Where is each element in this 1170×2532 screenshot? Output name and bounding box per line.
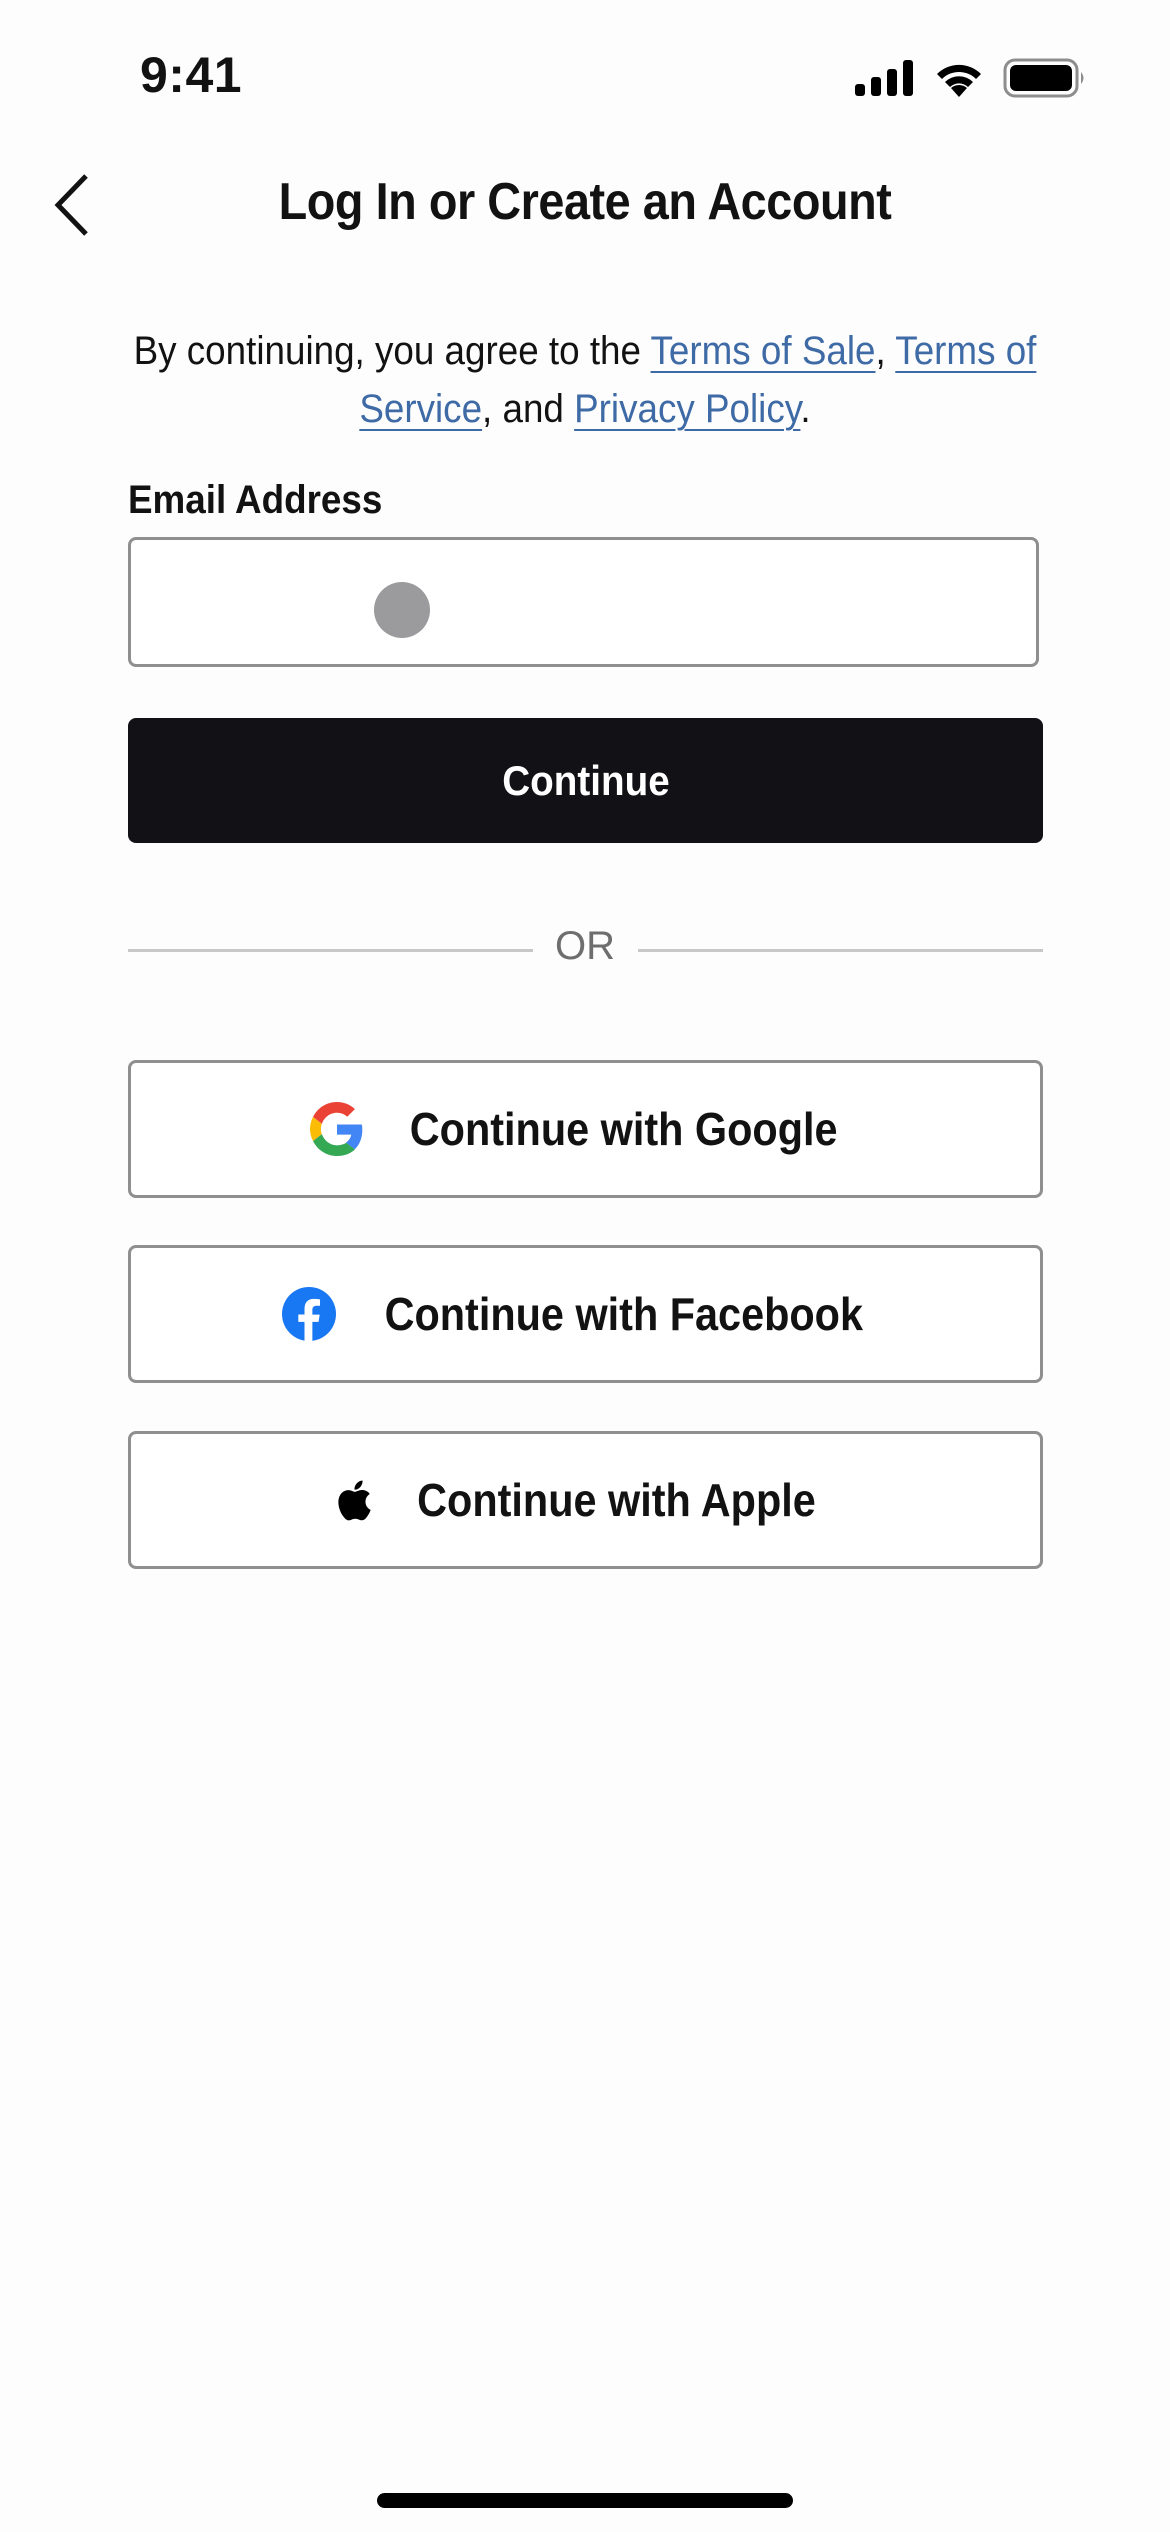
google-signin-label: Continue with Google bbox=[409, 1103, 838, 1155]
facebook-icon bbox=[281, 1287, 336, 1341]
status-icons bbox=[855, 58, 1087, 98]
divider-line-left bbox=[128, 949, 533, 952]
terms-sep: , and bbox=[482, 387, 575, 431]
divider-line-right bbox=[638, 949, 1043, 952]
terms-sep: , bbox=[875, 329, 896, 373]
facebook-signin-label: Continue with Facebook bbox=[384, 1288, 863, 1340]
email-input[interactable] bbox=[131, 540, 1036, 664]
terms-suffix: . bbox=[800, 387, 811, 431]
page-title: Log In or Create an Account bbox=[278, 173, 892, 231]
google-icon bbox=[309, 1102, 363, 1156]
status-time: 9:41 bbox=[140, 47, 243, 103]
apple-signin-label: Continue with Apple bbox=[417, 1474, 816, 1526]
touch-indicator bbox=[374, 582, 430, 638]
terms-prefix: By continuing, you agree to the bbox=[133, 329, 651, 373]
privacy-policy-link[interactable]: Privacy Policy bbox=[574, 387, 800, 431]
continue-label: Continue bbox=[501, 756, 670, 804]
or-divider-label: OR bbox=[555, 924, 615, 968]
wifi-icon bbox=[937, 64, 981, 97]
facebook-signin-button[interactable]: Continue with Facebook bbox=[128, 1245, 1043, 1383]
email-label: Email Address bbox=[128, 478, 383, 522]
apple-signin-button[interactable]: Continue with Apple bbox=[128, 1431, 1043, 1569]
battery-icon bbox=[1003, 58, 1084, 98]
continue-button[interactable]: Continue bbox=[128, 718, 1043, 843]
terms-notice: By continuing, you agree to the Terms of… bbox=[111, 322, 1059, 438]
cellular-signal-icon bbox=[855, 60, 913, 96]
apple-icon bbox=[338, 1480, 371, 1521]
terms-of-sale-link[interactable]: Terms of Sale bbox=[651, 329, 876, 373]
email-field[interactable] bbox=[128, 537, 1039, 667]
home-indicator bbox=[377, 2493, 793, 2508]
google-signin-button[interactable]: Continue with Google bbox=[128, 1060, 1043, 1198]
